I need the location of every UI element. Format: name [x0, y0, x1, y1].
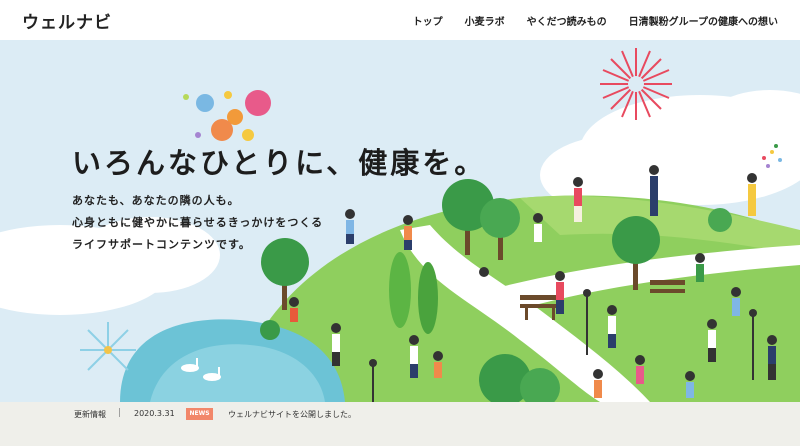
hero-section: いろんなひとりに、健康を。 あなたも、あなたの隣の人も。 心身ともに健やかに暮ら… [0, 40, 800, 402]
global-nav: トップ 小麦ラボ やくだつ読みもの 日清製粉グループの健康への想い [413, 13, 778, 28]
site-header: ウェルナビ トップ 小麦ラボ やくだつ読みもの 日清製粉グループの健康への想い [0, 0, 800, 40]
news-label: 更新情報 [74, 410, 106, 419]
lead-line-2: 心身ともに健やかに暮らせるきっかけをつくる [72, 216, 324, 229]
news-separator: | [118, 408, 122, 418]
site-logo[interactable]: ウェルナビ [22, 8, 112, 33]
hero-lead: あなたも、あなたの隣の人も。 心身ともに健やかに暮らせるきっかけをつくる ライフ… [72, 190, 323, 256]
news-date: 2020.3.31 [134, 409, 175, 418]
hero-headline: いろんなひとりに、健康を。 [72, 146, 487, 180]
lead-line-1: あなたも、あなたの隣の人も。 [72, 194, 240, 207]
nav-item-wheat-lab[interactable]: 小麦ラボ [465, 13, 505, 28]
nav-item-top[interactable]: トップ [413, 13, 443, 28]
news-item-link[interactable]: ウェルナビサイトを公開しました。 [228, 409, 356, 420]
nav-item-articles[interactable]: やくだつ読みもの [527, 13, 607, 28]
lead-line-3: ライフサポートコンテンツです。 [72, 238, 251, 251]
news-badge: NEWS [186, 408, 213, 420]
nav-item-group-health[interactable]: 日清製粉グループの健康への想い [629, 13, 778, 28]
